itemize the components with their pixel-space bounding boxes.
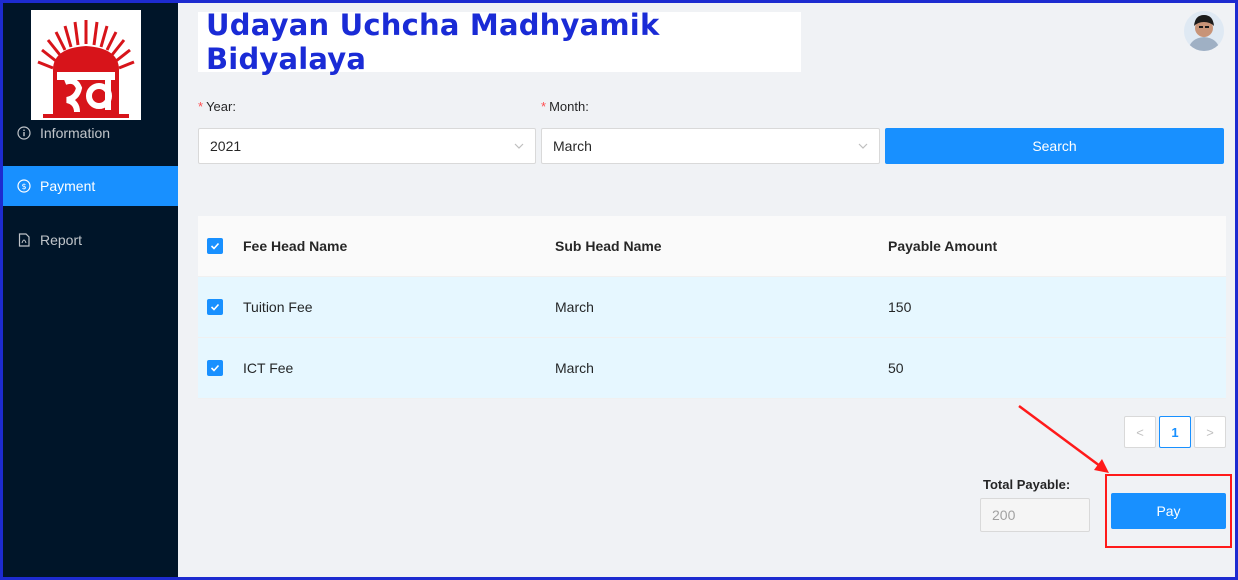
info-circle-icon (17, 126, 31, 140)
table-row[interactable]: ICT Fee March 50 (198, 338, 1226, 399)
school-logo (31, 10, 141, 120)
file-pdf-icon (17, 233, 31, 247)
app-frame: Information $ Payment Report Udayan Uchc… (0, 0, 1238, 580)
annotation-highlight-box (1105, 474, 1232, 548)
row-checkbox[interactable] (207, 360, 223, 376)
column-header-amount: Payable Amount (888, 238, 998, 254)
sub-head-cell: March (555, 360, 594, 376)
month-label: * Month: (541, 99, 589, 114)
search-button[interactable]: Search (885, 128, 1224, 164)
dollar-circle-icon: $ (17, 179, 31, 193)
row-checkbox[interactable] (207, 299, 223, 315)
main-content: Udayan Uchcha Madhyamik Bidyalaya * Year:… (178, 3, 1235, 577)
sub-head-cell: March (555, 299, 594, 315)
year-select[interactable]: 2021 (198, 128, 536, 164)
fee-head-cell: ICT Fee (243, 360, 294, 376)
sidebar: Information $ Payment Report (3, 3, 178, 577)
sidebar-item-report[interactable]: Report (3, 220, 178, 260)
chevron-left-icon: < (1136, 424, 1144, 440)
svg-text:$: $ (21, 182, 26, 191)
year-select-value: 2021 (210, 138, 242, 154)
sidebar-item-payment[interactable]: $ Payment (3, 166, 178, 206)
pagination-page-1[interactable]: 1 (1159, 416, 1191, 448)
pagination-prev-button[interactable]: < (1124, 416, 1156, 448)
month-select[interactable]: March (541, 128, 880, 164)
total-payable-field: 200 (980, 498, 1090, 532)
amount-cell: 150 (888, 299, 912, 315)
select-all-checkbox[interactable] (207, 238, 223, 254)
table-header-row: Fee Head Name Sub Head Name Payable Amou… (198, 216, 1226, 277)
sidebar-item-label: Report (40, 232, 83, 248)
fee-head-cell: Tuition Fee (243, 299, 313, 315)
column-header-sub-head: Sub Head Name (555, 238, 662, 254)
sidebar-item-information[interactable]: Information (3, 113, 178, 153)
sidebar-item-label: Payment (40, 178, 96, 194)
page-title-banner: Udayan Uchcha Madhyamik Bidyalaya (198, 8, 801, 76)
annotation-arrow-icon (1018, 404, 1109, 473)
chevron-right-icon: > (1206, 424, 1214, 440)
pagination-next-button[interactable]: > (1194, 416, 1226, 448)
month-select-value: March (553, 138, 592, 154)
year-label: * Year: (198, 99, 236, 114)
user-avatar[interactable] (1184, 11, 1224, 51)
page-title: Udayan Uchcha Madhyamik Bidyalaya (206, 8, 660, 76)
chevron-down-icon (513, 139, 525, 155)
table-row[interactable]: Tuition Fee March 150 (198, 277, 1226, 338)
chevron-down-icon (857, 139, 869, 155)
column-header-fee-head: Fee Head Name (243, 238, 348, 254)
amount-cell: 50 (888, 360, 904, 376)
fee-table: Fee Head Name Sub Head Name Payable Amou… (198, 216, 1226, 399)
sidebar-item-label: Information (40, 125, 111, 141)
